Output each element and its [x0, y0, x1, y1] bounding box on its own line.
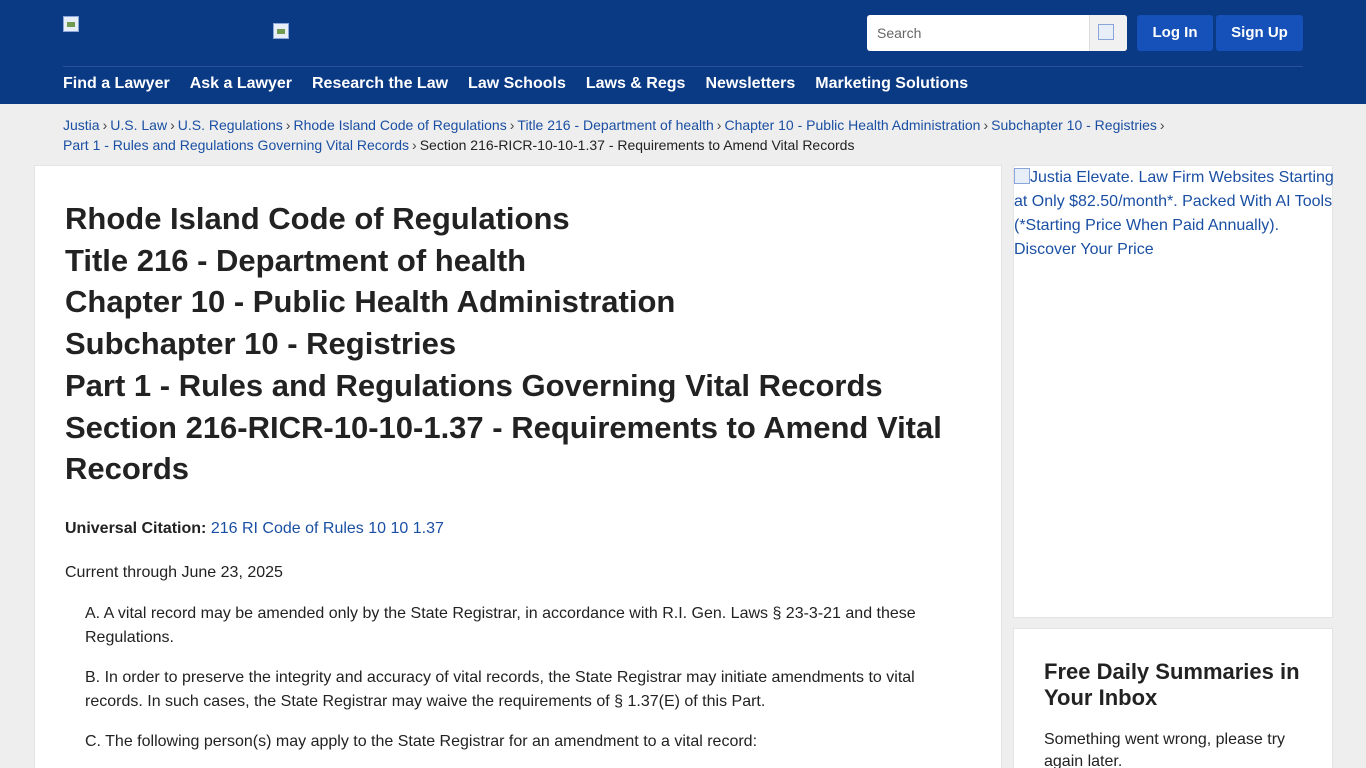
citation-link[interactable]: 216 RI Code of Rules 10 10 1.37	[211, 520, 444, 537]
title-line: Chapter 10 - Public Health Administratio…	[65, 284, 676, 320]
newsletter-signup: Free Daily Summaries in Your Inbox Somet…	[1013, 628, 1333, 768]
nav-marketing-solutions[interactable]: Marketing Solutions	[815, 75, 968, 95]
breadcrumb-justia[interactable]: Justia	[63, 117, 100, 133]
site-header: Log In Sign Up Find a Lawyer Ask a Lawye…	[0, 0, 1366, 104]
breadcrumb-us-regulations[interactable]: U.S. Regulations	[178, 117, 283, 133]
ad-alt-text[interactable]: Justia Elevate. Law Firm Websites Starti…	[1014, 166, 1334, 262]
search-icon	[1098, 24, 1114, 40]
paragraph-a: A. A vital record may be amended only by…	[85, 605, 916, 646]
sidebar-ad[interactable]: Justia Elevate. Law Firm Websites Starti…	[1013, 165, 1334, 618]
nav-newsletters[interactable]: Newsletters	[705, 75, 795, 95]
paragraph-c: C. The following person(s) may apply to …	[85, 733, 758, 750]
header-divider	[63, 66, 1303, 67]
search-button[interactable]	[1089, 15, 1127, 51]
nav-law-schools[interactable]: Law Schools	[468, 75, 566, 95]
current-through: Current through June 23, 2025	[65, 564, 283, 581]
login-button[interactable]: Log In	[1137, 15, 1213, 51]
signup-button[interactable]: Sign Up	[1216, 15, 1303, 51]
search-box	[867, 15, 1127, 51]
breadcrumb-ri-code[interactable]: Rhode Island Code of Regulations	[293, 117, 506, 133]
universal-citation: Universal Citation: 216 RI Code of Rules…	[65, 520, 444, 538]
ad-text-content: Justia Elevate. Law Firm Websites Starti…	[1014, 169, 1334, 258]
breadcrumb-chapter-10[interactable]: Chapter 10 - Public Health Administratio…	[724, 117, 980, 133]
secondary-logo-icon[interactable]	[273, 23, 289, 39]
newsletter-title: Free Daily Summaries in Your Inbox	[1044, 659, 1300, 710]
title-line: Section 216-RICR-10-10-1.37 - Requiremen…	[65, 409, 942, 487]
title-line: Title 216 - Department of health	[65, 242, 527, 278]
breadcrumb-us-law[interactable]: U.S. Law	[110, 117, 167, 133]
nav-research-the-law[interactable]: Research the Law	[312, 75, 448, 95]
nav-laws-regs[interactable]: Laws & Regs	[586, 75, 686, 95]
nav-ask-a-lawyer[interactable]: Ask a Lawyer	[190, 75, 292, 95]
page-title: Rhode Island Code of Regulations Title 2…	[65, 198, 985, 490]
breadcrumb-part-1[interactable]: Part 1 - Rules and Regulations Governing…	[63, 137, 409, 153]
broken-image-icon	[1014, 168, 1030, 184]
breadcrumb-title-216[interactable]: Title 216 - Department of health	[517, 117, 713, 133]
main-nav: Find a Lawyer Ask a Lawyer Research the …	[63, 75, 988, 95]
breadcrumb-subchapter-10[interactable]: Subchapter 10 - Registries	[991, 117, 1157, 133]
justia-logo-icon[interactable]	[63, 16, 79, 32]
breadcrumb-current: Section 216-RICR-10-10-1.37 - Requiremen…	[419, 137, 855, 153]
main-content: Rhode Island Code of Regulations Title 2…	[34, 165, 1002, 768]
nav-find-a-lawyer[interactable]: Find a Lawyer	[63, 75, 170, 95]
title-line: Rhode Island Code of Regulations	[65, 201, 570, 236]
title-line: Part 1 - Rules and Regulations Governing…	[65, 367, 883, 403]
citation-label: Universal Citation:	[65, 520, 207, 537]
newsletter-error-message: Something went wrong, please try again l…	[1044, 731, 1286, 768]
breadcrumb: Justia › U.S. Law › U.S. Regulations › Rhode I…	[63, 117, 1165, 153]
title-line: Subchapter 10 - Registries	[65, 326, 457, 362]
paragraph-b: B. In order to preserve the integrity an…	[85, 669, 915, 710]
search-input[interactable]	[867, 15, 1089, 51]
